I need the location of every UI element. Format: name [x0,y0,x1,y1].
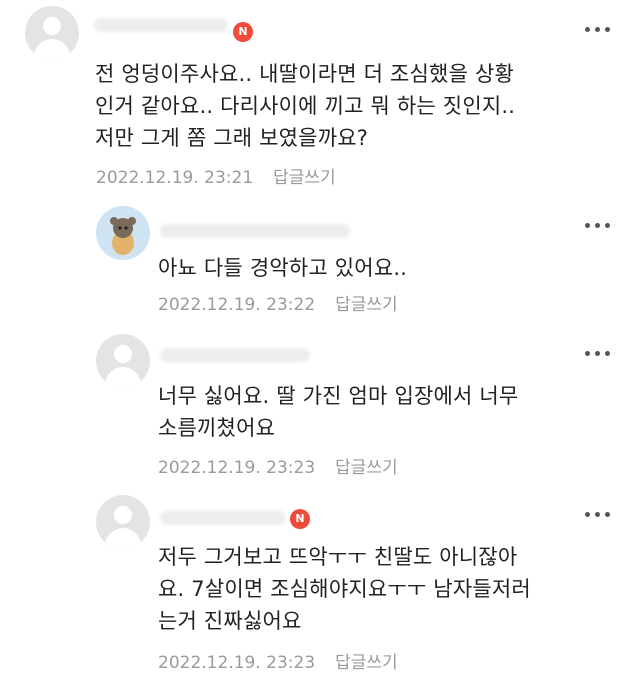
reply-button[interactable]: 답글쓰기 [335,653,398,673]
comment-text: 저두 그거보고 뜨악ㅜㅜ 친딸도 아니잖아 요. 7살이면 조심해야지요ㅜㅜ 남… [158,545,531,633]
reply-button[interactable]: 답글쓰기 [335,458,398,478]
default-profile-icon[interactable] [96,334,150,388]
comment-meta: 2022.12.19. 23:23 답글쓰기 [158,453,398,478]
comment-meta: 2022.12.19. 23:23 답글쓰기 [158,648,398,673]
comment-text: 너무 싫어요. 딸 가진 엄마 입장에서 너무 소름끼쳤어요 [158,384,519,440]
comment-text: 전 엉덩이주사요.. 내딸이라면 더 조심했을 상황 인거 같아요.. 다리사이… [95,62,516,150]
comment-text: 아뇨 다들 경악하고 있어요.. [158,256,408,280]
more-options-icon[interactable] [585,222,613,230]
nickname-blurred[interactable] [160,511,286,525]
comment-date: 2022.12.19. 23:23 [158,458,316,478]
reply-button[interactable]: 답글쓰기 [335,295,398,315]
comment-meta: 2022.12.19. 23:21 답글쓰기 [96,163,336,188]
comment-meta: 2022.12.19. 23:22 답글쓰기 [158,290,398,315]
more-options-icon[interactable] [585,350,613,358]
nickname-blurred[interactable] [160,348,310,362]
new-badge: N [290,509,310,529]
nickname-blurred[interactable] [160,224,350,238]
default-profile-icon[interactable] [96,495,150,549]
comment-date: 2022.12.19. 23:22 [158,295,316,315]
profile-photo-icon[interactable] [96,206,150,260]
comment-date: 2022.12.19. 23:23 [158,653,316,673]
default-profile-icon[interactable] [25,6,79,60]
more-options-icon[interactable] [585,511,613,519]
new-badge: N [233,22,253,42]
nickname-blurred[interactable] [94,18,228,32]
comment-date: 2022.12.19. 23:21 [96,168,254,188]
reply-button[interactable]: 답글쓰기 [273,168,336,188]
more-options-icon[interactable] [585,26,613,34]
